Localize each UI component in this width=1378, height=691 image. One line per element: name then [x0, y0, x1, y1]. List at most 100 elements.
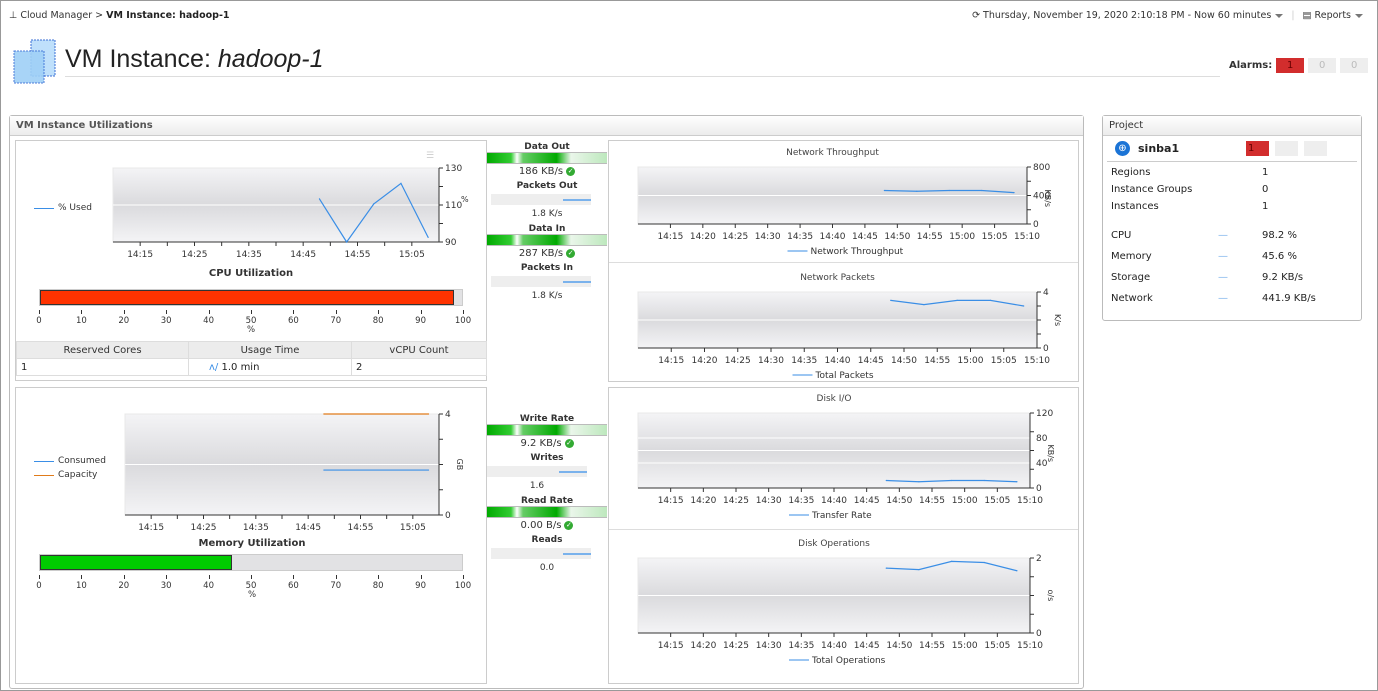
memory-utilization-title: Memory Utilization — [198, 538, 306, 549]
project-metric-row: Storage — 9.2 KB/s — [1103, 267, 1361, 288]
y-tick-label: 4 — [1043, 288, 1049, 298]
data-point — [951, 479, 953, 482]
data-point — [427, 236, 429, 238]
x-tick-label: 14:45 — [854, 641, 880, 651]
project-alarm-minor[interactable] — [1304, 141, 1327, 156]
packets-out-label: Packets Out — [516, 181, 578, 191]
x-tick-label: 14:15 — [658, 496, 684, 506]
project-row[interactable]: ⊕ sinba1 1 — [1107, 136, 1357, 162]
y-axis-label: GB — [455, 459, 464, 471]
project-count-row: Instances 1 — [1103, 198, 1361, 215]
ok-check-icon: ✓ — [564, 438, 574, 448]
data-point — [427, 469, 430, 471]
col-usage-time: Usage Time — [188, 341, 352, 359]
disk-operations-chart: 14:15 14:20 14:25 14:30 14:35 14:40 14:45 14:50… — [637, 539, 1055, 666]
write-rate-label: Write Rate — [519, 414, 575, 424]
y-tick-label: 0 — [1033, 220, 1039, 230]
memory-legend-capacity: Capacity — [34, 470, 97, 480]
breadcrumb-cloud-manager[interactable]: Cloud Manager — [20, 10, 92, 21]
x-tick-label: 14:20 — [692, 356, 718, 366]
data-point — [346, 241, 348, 243]
count-value: 1 — [1262, 167, 1269, 178]
alarm-critical-count[interactable]: 1 — [1276, 58, 1305, 73]
project-count-row: Regions 1 — [1103, 164, 1361, 181]
data-point — [890, 299, 892, 301]
x-tick-label: 14:35 — [243, 523, 269, 533]
project-metric-row: Memory — 45.6 % — [1103, 246, 1361, 267]
page-title: VM Instance: hadoop-1 — [65, 45, 1220, 77]
data-point — [923, 304, 925, 306]
writes-sparkline — [487, 466, 587, 477]
x-tick-label: 15:05 — [991, 356, 1017, 366]
project-alarm-major[interactable] — [1275, 141, 1298, 156]
x-tick-label: 14:55 — [917, 232, 943, 242]
alarm-minor-count[interactable]: 0 — [1340, 58, 1369, 73]
report-icon: ▤ — [1302, 10, 1315, 21]
packets-out-sparkline — [491, 194, 591, 205]
project-alarm-critical[interactable]: 1 — [1246, 141, 1269, 156]
data-point — [427, 413, 430, 415]
alarm-major-count[interactable]: 0 — [1308, 58, 1337, 73]
alarms-summary: Alarms: 1 0 0 — [1229, 58, 1369, 73]
project-metric-row: Network — 441.9 KB/s — [1103, 288, 1361, 309]
x-tick-label: 14:25 — [191, 523, 217, 533]
data-point — [983, 479, 985, 482]
reports-button[interactable]: ▤ Reports — [1303, 10, 1363, 21]
data-point — [1016, 481, 1018, 483]
x-tick-label: 15:05 — [984, 496, 1010, 506]
reads-value: 0.0 — [539, 563, 555, 573]
project-name[interactable]: sinba1 — [1138, 142, 1246, 155]
home-icon[interactable]: ⊥ — [9, 10, 17, 21]
data-in-value: 287 KB/s — [518, 248, 564, 259]
x-tick-label: 15:10 — [1017, 496, 1043, 506]
cpu-utilization-fill — [40, 290, 455, 305]
y-tick-label: 0 — [1043, 344, 1049, 354]
project-icon: ⊕ — [1115, 141, 1130, 156]
data-point — [948, 189, 950, 192]
cpu-details-table: Reserved Cores Usage Time vCPU Count 1 ʌ/ 1… — [16, 341, 487, 376]
legend-label: Transfer Rate — [811, 511, 872, 521]
breadcrumb-current: VM Instance: hadoop-1 — [106, 10, 230, 21]
col-reserved-cores: Reserved Cores — [16, 341, 189, 359]
y-tick-label: 110 — [445, 201, 462, 211]
x-tick-label: 14:30 — [755, 232, 781, 242]
x-tick-label: 14:40 — [820, 232, 846, 242]
data-in-label: Data In — [528, 224, 566, 234]
read-rate-label: Read Rate — [520, 496, 574, 506]
disk-charts-box: 14:15 14:20 14:25 14:30 14:35 14:40 14:45 14:50… — [608, 387, 1079, 684]
vcpu-count-value: 2 — [351, 358, 487, 376]
metric-value: 98.2 % — [1262, 230, 1297, 241]
data-point — [373, 203, 375, 205]
data-point — [883, 189, 885, 192]
data-point — [981, 189, 983, 192]
project-metrics: CPU — 98.2 % Memory — 45.6 % Storage — 9.2 KB/s N… — [1103, 225, 1361, 309]
y-axis-label: o/s — [1046, 590, 1055, 602]
writes-label: Writes — [530, 453, 564, 463]
utilizations-title: VM Instance Utilizations — [10, 116, 1083, 136]
data-point — [916, 190, 918, 192]
writes-value: 1.6 — [529, 481, 545, 491]
x-tick-label: 14:25 — [725, 356, 751, 366]
reads-label: Reads — [531, 535, 563, 545]
x-tick-label: 14:55 — [919, 496, 945, 506]
y-tick-label: 4 — [445, 410, 451, 420]
time-range-selector[interactable]: ⟳ Thursday, November 19, 2020 2:10:18 PM… — [972, 10, 1284, 21]
disk-io-chart: 14:15 14:20 14:25 14:30 14:35 14:40 14:45 14:50… — [637, 394, 1055, 521]
write-rate-gauge — [487, 424, 607, 436]
network-throughput-chart: 14:15 14:20 14:25 14:30 14:35 14:40 14:45 14:50… — [637, 148, 1052, 257]
data-point — [318, 198, 321, 200]
metric-label: Storage — [1111, 272, 1151, 283]
network-charts-box: 14:15 14:20 14:25 14:30 14:35 14:40 14:45 14:50… — [608, 140, 1079, 382]
memory-scale: 0 10 20 30 40 50 60 70 80 90 100 — [36, 575, 471, 591]
count-label: Instances — [1111, 201, 1159, 212]
disk-gauges: Write Rate 9.2 KB/s ✓ Writes 1.6 Read Rat… — [487, 414, 607, 573]
project-count-row: Instance Groups 0 — [1103, 181, 1361, 198]
data-point — [885, 567, 887, 569]
packets-in-label: Packets In — [520, 263, 574, 273]
count-value: 0 — [1262, 184, 1269, 195]
reserved-cores-value: 1 — [16, 358, 189, 376]
x-tick-label: 14:35 — [791, 356, 817, 366]
legend-label: Total Packets — [815, 371, 874, 381]
metric-value: 45.6 % — [1262, 251, 1297, 262]
data-point — [885, 479, 887, 482]
